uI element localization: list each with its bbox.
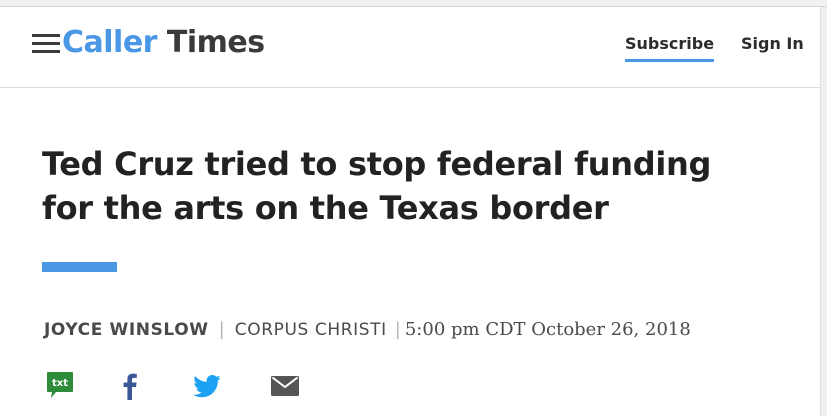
share-twitter-button[interactable] [192,371,222,401]
hamburger-menu-icon[interactable] [32,34,60,54]
logo-times: Times [166,25,265,60]
share-facebook-button[interactable] [120,371,140,401]
article-headline: Ted Cruz tried to stop federal funding f… [42,145,712,227]
headline-accent-bar [42,262,117,272]
publish-timestamp: 5:00 pm CDT October 26, 2018 [404,319,691,340]
site-logo[interactable]: Caller Times [62,24,265,62]
twitter-icon [193,375,221,398]
sign-in-link[interactable]: Sign In [741,34,804,54]
page-edge [820,7,827,416]
facebook-icon [123,373,137,400]
byline-separator: | [218,319,225,340]
sms-icon: txt [47,372,73,398]
byline-location: Corpus Christi [234,320,387,340]
sms-icon-label: txt [52,378,68,389]
email-icon [271,376,299,396]
byline: Joyce Winslow | Corpus Christi | 5:00 pm CDT… [44,318,691,342]
top-divider [0,0,827,7]
subscribe-link[interactable]: Subscribe [625,34,715,62]
byline-separator: | [394,319,401,340]
share-sms-button[interactable]: txt [46,371,74,401]
site-header: Caller Times Subscribe Sign In [0,7,820,88]
logo-caller: Caller [62,25,157,60]
share-email-button[interactable] [271,371,299,401]
author-name[interactable]: Joyce Winslow [44,320,209,340]
